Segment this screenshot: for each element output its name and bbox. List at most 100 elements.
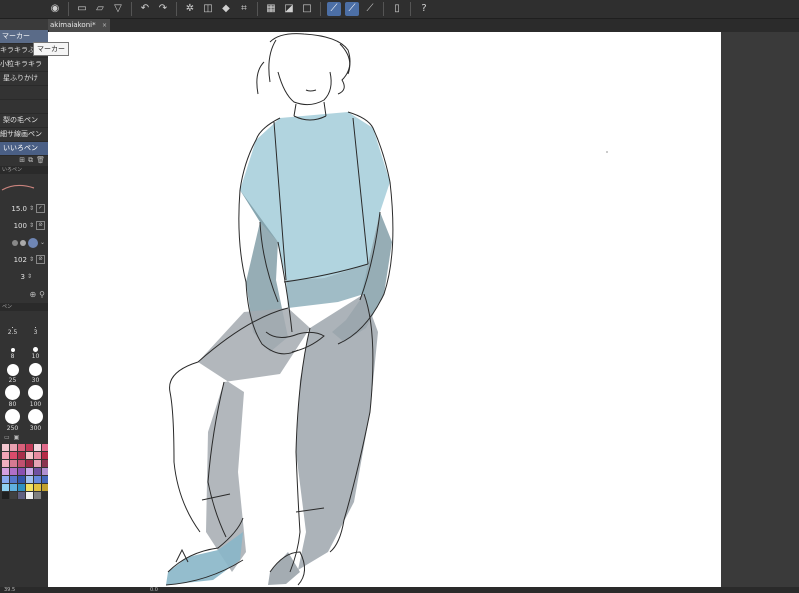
brush-size-preset[interactable]: 100 <box>25 385 46 408</box>
tip-dot-selected-icon[interactable] <box>27 237 38 248</box>
zoom-level[interactable]: 39.5 <box>4 587 15 593</box>
color-swatch[interactable] <box>18 452 25 459</box>
sub-tool-item[interactable]: 梨の毛ペン <box>0 114 48 128</box>
sub-tool-item[interactable]: 小粒キラキラ <box>0 58 48 72</box>
color-swatch[interactable] <box>34 444 41 451</box>
tablet-icon[interactable]: ▯ <box>390 2 404 16</box>
color-swatch[interactable] <box>2 444 9 451</box>
color-swatch[interactable] <box>26 476 33 483</box>
color-swatch[interactable] <box>18 468 25 475</box>
copy-icon[interactable]: ⧉ <box>28 156 33 166</box>
spinner-icon[interactable]: ⇕ <box>29 256 34 263</box>
undo-icon[interactable]: ↶ <box>138 2 152 16</box>
color-swatch[interactable] <box>34 492 41 499</box>
color-swatch[interactable] <box>34 460 41 467</box>
pen-pressure-icon[interactable]: ⟋ <box>363 2 377 16</box>
sub-tool-item[interactable]: 星ふりかけ <box>0 72 48 86</box>
snap-icon[interactable]: □ <box>300 2 314 16</box>
spinner-icon[interactable]: ⇕ <box>29 205 34 212</box>
tip-dot-icon[interactable] <box>19 239 26 246</box>
color-swatch[interactable] <box>26 460 33 467</box>
color-swatch[interactable] <box>34 476 41 483</box>
settings-icon[interactable]: ⊕ <box>29 290 36 299</box>
color-swatch[interactable] <box>10 492 17 499</box>
color-swatch[interactable] <box>2 492 9 499</box>
color-swatch[interactable] <box>26 444 33 451</box>
color-swatch[interactable] <box>10 452 17 459</box>
stabilization-field[interactable]: 3 ⇕ <box>0 268 48 285</box>
brush-size-preset[interactable]: 250 <box>2 409 23 432</box>
help-icon[interactable]: ? <box>417 2 431 16</box>
chevron-down-icon[interactable]: ⌄ <box>40 239 45 246</box>
color-swatch[interactable] <box>10 476 17 483</box>
brush-size-preset[interactable]: 3 <box>25 313 46 336</box>
color-swatch[interactable] <box>26 492 33 499</box>
brush-size-preset[interactable]: 30 <box>25 361 46 384</box>
spinner-icon[interactable]: ⇕ <box>29 222 34 229</box>
grid-icon[interactable]: ▦ <box>264 2 278 16</box>
fill-icon[interactable]: ◆ <box>219 2 233 16</box>
brush-size-preset[interactable]: 2.5 <box>2 313 23 336</box>
ruler-icon[interactable]: ◪ <box>282 2 296 16</box>
color-swatch[interactable] <box>34 484 41 491</box>
color-swatch[interactable] <box>18 460 25 467</box>
color-swatch[interactable] <box>26 452 33 459</box>
color-swatch[interactable] <box>10 484 17 491</box>
brush-size-preset[interactable]: 10 <box>25 337 46 360</box>
brush-size-field[interactable]: 15.0 ⇕ ✓ <box>0 200 48 217</box>
brush-size-preset[interactable]: 8 <box>2 337 23 360</box>
transform-icon[interactable]: ✲ <box>183 2 197 16</box>
drawing-canvas[interactable] <box>48 32 721 587</box>
app-icon[interactable]: ◉ <box>48 2 62 16</box>
brush-size-preset[interactable]: 25 <box>2 361 23 384</box>
close-tab-icon[interactable]: × <box>102 19 107 32</box>
redo-icon[interactable]: ↷ <box>156 2 170 16</box>
color-tab-icon[interactable]: ▭ <box>4 434 10 442</box>
trash-icon[interactable]: 🗑 <box>36 156 45 166</box>
color-swatch[interactable] <box>18 484 25 491</box>
add-icon[interactable]: ⊞ <box>19 156 25 166</box>
density-field[interactable]: 102 ⇕ ⊘ <box>0 251 48 268</box>
color-swatch[interactable] <box>10 460 17 467</box>
pressure-toggle-icon[interactable]: ✓ <box>36 204 45 213</box>
crop-icon[interactable]: ⌗ <box>237 2 251 16</box>
color-swatch[interactable] <box>34 468 41 475</box>
color-swatch[interactable] <box>26 468 33 475</box>
brush-size-preset[interactable]: 80 <box>2 385 23 408</box>
save-file-icon[interactable]: ▽ <box>111 2 125 16</box>
color-swatch[interactable] <box>2 476 9 483</box>
color-swatch[interactable] <box>18 444 25 451</box>
opacity-toggle-icon[interactable]: ⊘ <box>36 221 45 230</box>
color-swatch[interactable] <box>2 484 9 491</box>
tip-dot-icon[interactable] <box>11 239 18 246</box>
color-swatch[interactable] <box>18 492 25 499</box>
color-swatch[interactable] <box>34 452 41 459</box>
color-swatch[interactable] <box>2 452 9 459</box>
wrench-icon[interactable]: ⚲ <box>39 290 45 299</box>
sub-tool-item-selected[interactable]: いいろペン <box>0 142 48 156</box>
document-tab[interactable]: akimaiakoni* × <box>48 19 110 32</box>
sub-tool-item[interactable]: 細サ線画ペン <box>0 128 48 142</box>
sub-tool-item[interactable] <box>0 86 48 100</box>
lasso-icon[interactable]: ◫ <box>201 2 215 16</box>
pen-selection-icon[interactable]: ⟋ <box>327 2 341 16</box>
color-tab-icon[interactable]: ▣ <box>14 434 20 442</box>
sub-tool-item[interactable] <box>0 100 48 114</box>
rotation-angle[interactable]: 0.0 <box>150 587 158 593</box>
brush-size-preset[interactable]: 300 <box>25 409 46 432</box>
spinner-icon[interactable]: ⇕ <box>27 273 32 280</box>
opacity-field[interactable]: 100 ⇕ ⊘ <box>0 217 48 234</box>
color-swatch[interactable] <box>10 444 17 451</box>
color-swatch[interactable] <box>10 468 17 475</box>
new-file-icon[interactable]: ▭ <box>75 2 89 16</box>
color-swatch[interactable] <box>2 460 9 467</box>
canvas-area[interactable] <box>48 32 799 587</box>
color-swatch[interactable] <box>26 484 33 491</box>
color-swatch[interactable] <box>2 468 9 475</box>
color-swatch[interactable] <box>18 476 25 483</box>
open-file-icon[interactable]: ▱ <box>93 2 107 16</box>
pen-ruler-icon[interactable]: ⟋ <box>345 2 359 16</box>
brush-tip-selector[interactable]: ⌄ <box>0 234 48 251</box>
density-toggle-icon[interactable]: ⊘ <box>36 255 45 264</box>
status-bar: 39.5 0.0 <box>0 587 799 593</box>
